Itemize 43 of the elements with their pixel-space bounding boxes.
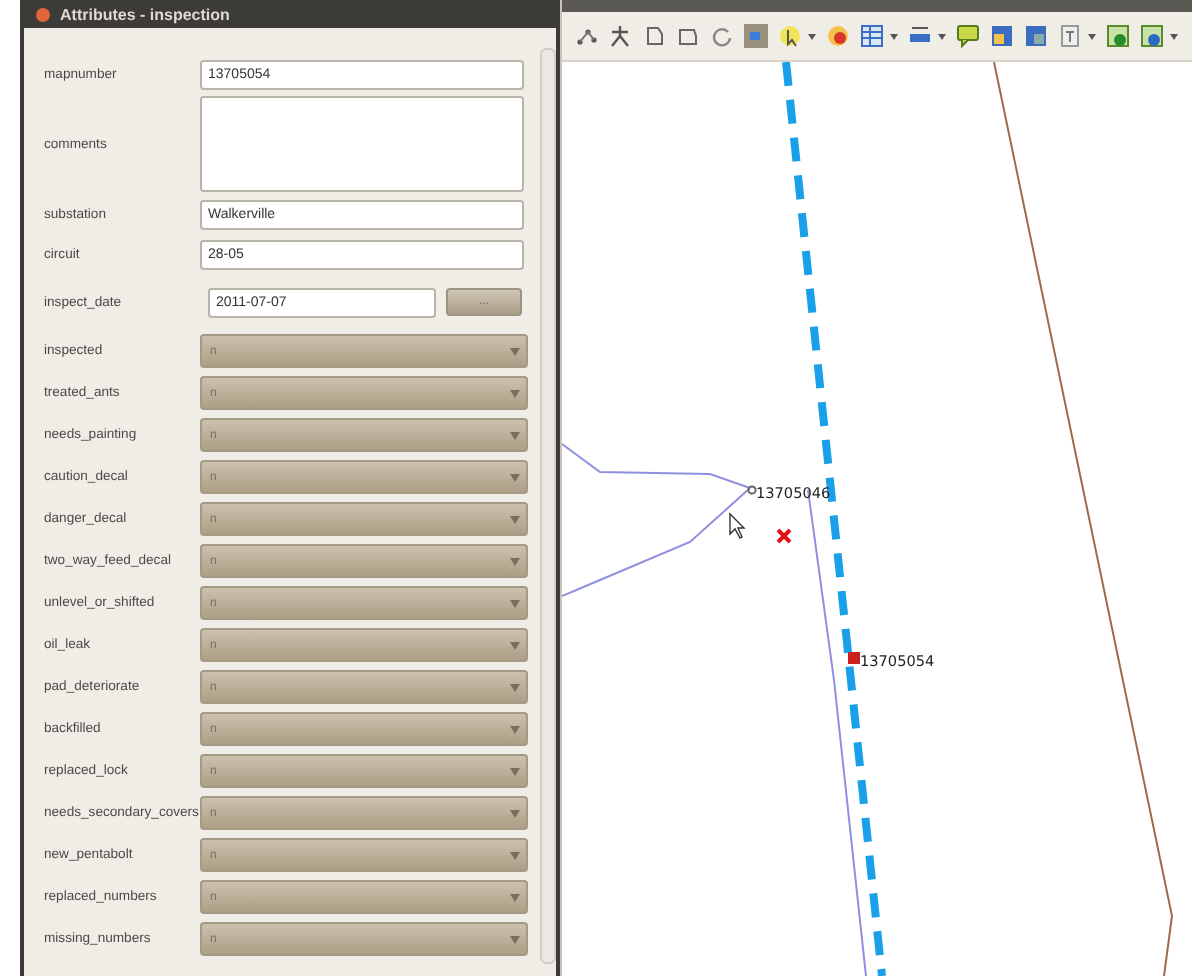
caret-icon[interactable] xyxy=(808,33,816,39)
close-icon[interactable] xyxy=(36,7,50,21)
caret-icon[interactable] xyxy=(1170,33,1178,39)
scrollbar[interactable] xyxy=(540,48,556,964)
caret-icon xyxy=(510,893,520,901)
caret-icon xyxy=(510,473,520,481)
node-icon[interactable] xyxy=(574,24,598,48)
table-icon[interactable] xyxy=(860,24,884,48)
outline-icon[interactable] xyxy=(676,24,700,48)
feature-marker[interactable] xyxy=(747,485,757,495)
pointer-icon[interactable] xyxy=(778,24,802,48)
caret-icon[interactable] xyxy=(1088,33,1096,39)
caret-icon xyxy=(510,725,520,733)
feature-marker[interactable] xyxy=(848,652,860,664)
caret-icon xyxy=(510,557,520,565)
comments-field[interactable] xyxy=(200,96,524,192)
outline-icon[interactable] xyxy=(642,24,666,48)
caret-icon xyxy=(510,599,520,607)
layers-icon[interactable] xyxy=(990,24,1014,48)
caret-icon[interactable] xyxy=(938,33,946,39)
caret-icon xyxy=(510,431,520,439)
caret-icon[interactable] xyxy=(890,33,898,39)
add-layer-icon[interactable] xyxy=(1140,24,1164,48)
identify-icon[interactable] xyxy=(826,24,850,48)
caret-icon xyxy=(510,809,520,817)
caret-icon xyxy=(510,641,520,649)
tooltip-icon[interactable] xyxy=(956,24,980,48)
caret-icon xyxy=(510,515,520,523)
layers-icon[interactable] xyxy=(1024,24,1048,48)
caret-icon xyxy=(510,347,520,355)
caret-icon xyxy=(510,935,520,943)
caret-icon xyxy=(510,683,520,691)
caret-icon xyxy=(510,767,520,775)
figure-icon[interactable] xyxy=(608,24,632,48)
ruler-icon[interactable] xyxy=(908,24,932,48)
cross-icon xyxy=(776,528,792,544)
caret-icon xyxy=(510,389,520,397)
add-layer-icon[interactable] xyxy=(1106,24,1130,48)
caret-icon xyxy=(510,851,520,859)
rotate-icon[interactable] xyxy=(710,24,734,48)
text-icon[interactable] xyxy=(1058,24,1082,48)
cursor-icon xyxy=(729,512,746,539)
window-title: Attributes - inspection xyxy=(60,5,230,23)
